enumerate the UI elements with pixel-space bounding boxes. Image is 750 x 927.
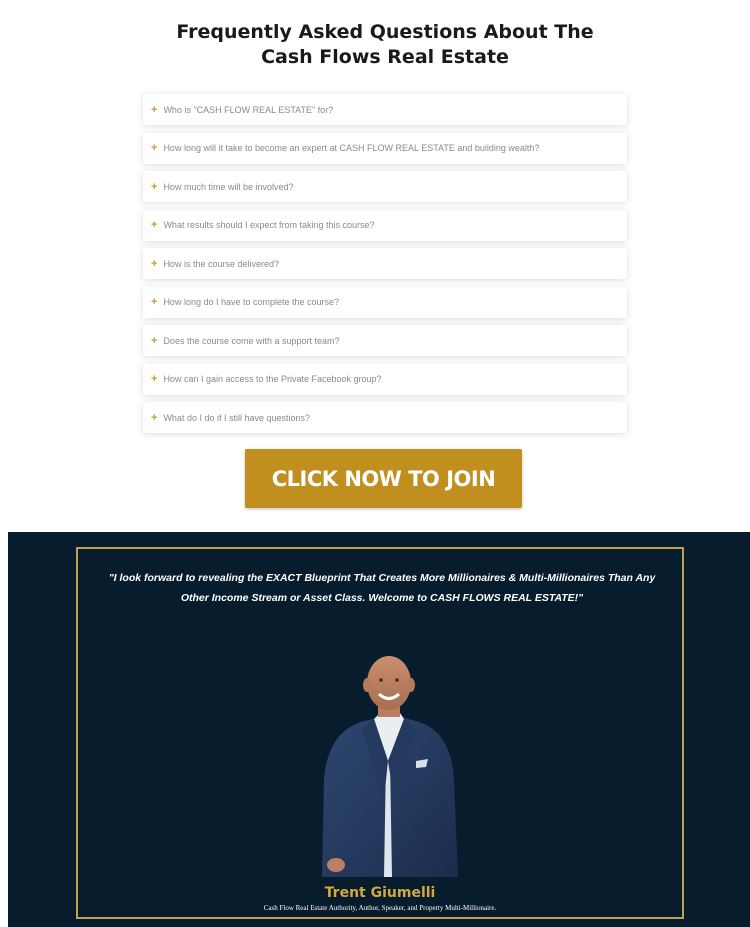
faq-question: What do I do if I still have questions? [163,412,311,423]
plus-icon: + [151,180,158,193]
faq-item[interactable]: + Who is "CASH FLOW REAL ESTATE" for? [143,94,627,125]
faq-question: How can I gain access to the Private Fac… [163,374,382,384]
plus-icon: + [151,296,158,308]
faq-question: How is the course delivered? [163,258,279,269]
plus-icon: + [151,334,158,347]
faq-question: Does the course come with a support team… [163,335,340,346]
testimonial-quote: "I look forward to revealing the EXACT B… [108,572,656,604]
join-button[interactable]: CLICK NOW TO JOIN [245,449,522,508]
testimonial-section: "I look forward to revealing the EXACT B… [8,532,750,927]
faq-item[interactable]: + What results should I expect from takin… [143,209,627,241]
faq-item[interactable]: + How long do I have to complete the cour… [143,286,627,318]
faq-item[interactable]: + How is the course delivered? [143,248,627,279]
faq-item[interactable]: + How can I gain access to the Private Fa… [143,363,627,395]
faq-list: + Who is "CASH FLOW REAL ESTATE" for? + Ho… [143,94,627,441]
faq-question: How long do I have to complete the cours… [163,297,340,307]
testimonial-frame: "I look forward to revealing the EXACT B… [76,547,684,919]
plus-icon: + [151,219,158,231]
faq-item[interactable]: + What do I do if I still have questions? [143,402,627,433]
faq-item[interactable]: + Does the course come with a support tea… [143,325,627,356]
plus-icon: + [151,373,158,385]
plus-icon: + [151,411,158,424]
faq-question: What results should I expect from taking… [163,220,375,230]
faq-title: Frequently Asked Questions About The Cas… [176,21,594,68]
faq-question: How much time will be involved? [163,181,294,192]
faq-item[interactable]: + How much time will be involved? [143,171,627,202]
faq-question: Who is "CASH FLOW REAL ESTATE" for? [163,104,334,115]
speaker-photo [322,656,458,877]
plus-icon: + [151,257,158,270]
speaker-subtitle: Cash Flow Real Estate Authority, Author,… [263,904,497,912]
speaker-name: Trent Giumelli [324,885,436,901]
faq-item[interactable]: + How long will it take to become an expe… [143,132,627,164]
faq-question: How long will it take to become an exper… [163,143,540,153]
plus-icon: + [151,142,158,154]
plus-icon: + [151,103,158,116]
